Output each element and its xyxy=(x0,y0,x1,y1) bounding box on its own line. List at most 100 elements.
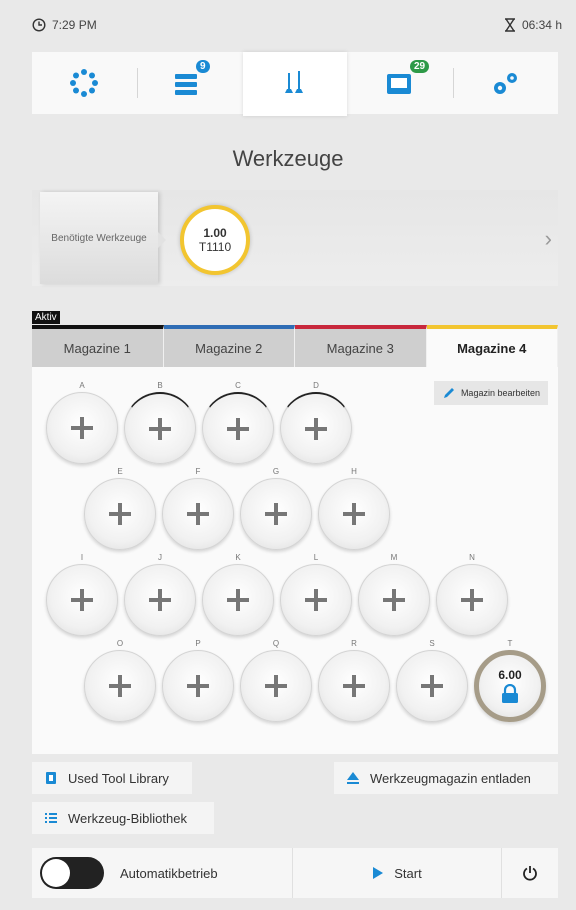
magazine-slot-g[interactable]: G xyxy=(240,467,312,550)
magazine-slot-s[interactable]: S xyxy=(396,639,468,722)
plus-icon xyxy=(187,675,209,697)
nav-tab-tools[interactable] xyxy=(243,52,347,116)
magazine-slot-k[interactable]: K xyxy=(202,553,274,636)
pencil-icon xyxy=(443,388,454,398)
slot-letter: L xyxy=(313,553,319,562)
nav-tab-overview[interactable] xyxy=(32,52,136,114)
start-label: Start xyxy=(394,865,422,881)
slot-letter: B xyxy=(157,381,163,390)
status-bar: 7:29 PM 06:34 h xyxy=(24,16,576,40)
page-title: Werkzeuge xyxy=(232,146,344,171)
slot-letter: K xyxy=(235,553,241,562)
required-tools-strip: Benötigte Werkzeuge 1.00 T1110 › xyxy=(32,190,558,286)
power-icon xyxy=(523,866,537,881)
slot-letter: G xyxy=(272,467,280,476)
magazine-slot-h[interactable]: H xyxy=(318,467,390,550)
plus-icon xyxy=(343,503,365,525)
slot-letter: C xyxy=(235,381,241,390)
chevron-right-icon[interactable]: › xyxy=(545,226,552,252)
plus-icon xyxy=(265,503,287,525)
auto-mode-label: Automatikbetrieb xyxy=(120,865,218,881)
jobs-badge: 9 xyxy=(196,60,210,73)
slot-letter: H xyxy=(351,467,357,476)
machine-icon xyxy=(387,74,411,94)
nav-tab-jobs[interactable]: 9 xyxy=(138,52,242,114)
magazine-slot-b[interactable]: B xyxy=(124,381,196,464)
tab-magazine-1[interactable]: Magazine 1 xyxy=(32,325,164,367)
clock-icon xyxy=(32,18,46,32)
eject-icon xyxy=(347,772,359,784)
required-tool-value: 1.00 xyxy=(203,226,227,240)
magazine-slot-n[interactable]: N xyxy=(436,553,508,636)
start-button[interactable]: Start xyxy=(293,848,501,898)
slot-letter: R xyxy=(351,639,357,648)
unload-magazine-label: Werkzeugmagazin entladen xyxy=(370,770,531,786)
plus-icon xyxy=(227,589,249,611)
tab-magazine-3[interactable]: Magazine 3 xyxy=(295,325,427,367)
nav-tab-machine[interactable]: 29 xyxy=(348,52,452,114)
slot-letter: P xyxy=(195,639,201,648)
play-icon xyxy=(373,867,384,879)
plus-icon xyxy=(343,675,365,697)
magazine-slot-e[interactable]: E xyxy=(84,467,156,550)
slot-tool-value: 6.00 xyxy=(498,668,522,682)
slot-letter: O xyxy=(116,639,124,648)
magazine-slot-m[interactable]: M xyxy=(358,553,430,636)
plus-icon xyxy=(265,675,287,697)
plus-icon xyxy=(149,589,171,611)
required-tool-id: T1110 xyxy=(198,240,232,254)
plus-icon xyxy=(109,675,131,697)
slot-letter: F xyxy=(195,467,201,476)
nav-tab-settings[interactable] xyxy=(454,52,558,114)
used-tool-library-button[interactable]: Used Tool Library xyxy=(32,762,192,794)
magazine-slot-i[interactable]: I xyxy=(46,553,118,636)
power-button[interactable] xyxy=(502,848,558,898)
plus-icon xyxy=(71,589,93,611)
active-label: Aktiv xyxy=(32,311,60,324)
edit-magazine-button[interactable]: Magazin bearbeiten xyxy=(433,381,548,405)
slot-letter: S xyxy=(429,639,435,648)
magazine-slot-o[interactable]: O xyxy=(84,639,156,722)
plus-icon xyxy=(305,417,327,440)
magazine-slot-p[interactable]: P xyxy=(162,639,234,722)
slot-letter: Q xyxy=(272,639,280,648)
tool-library-button[interactable]: Werkzeug-Bibliothek xyxy=(32,802,214,834)
tools-icon xyxy=(285,71,303,93)
magazine-slot-a[interactable]: A xyxy=(46,381,118,464)
slot-letter: I xyxy=(80,553,84,562)
slot-letter: D xyxy=(313,381,319,390)
auto-mode-toggle[interactable] xyxy=(40,857,104,889)
tab-magazine-4[interactable]: Magazine 4 xyxy=(426,325,558,367)
used-tool-library-label: Used Tool Library xyxy=(68,770,169,786)
magazine-tabs: Magazine 1 Magazine 2 Magazine 3 Magazin… xyxy=(32,325,558,367)
slot-letter: J xyxy=(158,553,162,562)
magazine-slot-q[interactable]: Q xyxy=(240,639,312,722)
magazine-slot-t[interactable]: T 6.00 xyxy=(474,639,546,722)
tool-library-label: Werkzeug-Bibliothek xyxy=(68,810,187,826)
required-tool[interactable]: 1.00 T1110 xyxy=(180,205,250,275)
plus-icon xyxy=(461,589,483,611)
plus-icon xyxy=(109,503,131,525)
magazine-area: Magazin bearbeiten A B C D E F G H I J K… xyxy=(32,367,558,754)
slot-letter: E xyxy=(117,467,123,476)
plus-icon xyxy=(187,503,209,525)
unload-magazine-button[interactable]: Werkzeugmagazin entladen xyxy=(334,762,558,794)
plus-icon xyxy=(305,589,327,611)
magazine-slot-d[interactable]: D xyxy=(280,381,352,464)
magazine-slot-j[interactable]: J xyxy=(124,553,196,636)
slot-letter: A xyxy=(79,381,85,390)
machine-badge: 29 xyxy=(410,60,430,73)
lock-icon xyxy=(502,684,518,703)
dots-ring-icon xyxy=(70,69,98,97)
magazine-slot-l[interactable]: L xyxy=(280,553,352,636)
bottom-bar: Automatikbetrieb Start xyxy=(32,848,558,898)
tab-magazine-2[interactable]: Magazine 2 xyxy=(163,325,295,367)
magazine-slot-r[interactable]: R xyxy=(318,639,390,722)
timer-value: 06:34 h xyxy=(521,18,562,32)
required-tools-label: Benötigte Werkzeuge xyxy=(40,192,166,284)
magazine-slot-c[interactable]: C xyxy=(202,381,274,464)
plus-icon xyxy=(421,675,443,697)
plus-icon xyxy=(71,417,93,439)
list-icon xyxy=(45,813,57,823)
magazine-slot-f[interactable]: F xyxy=(162,467,234,550)
